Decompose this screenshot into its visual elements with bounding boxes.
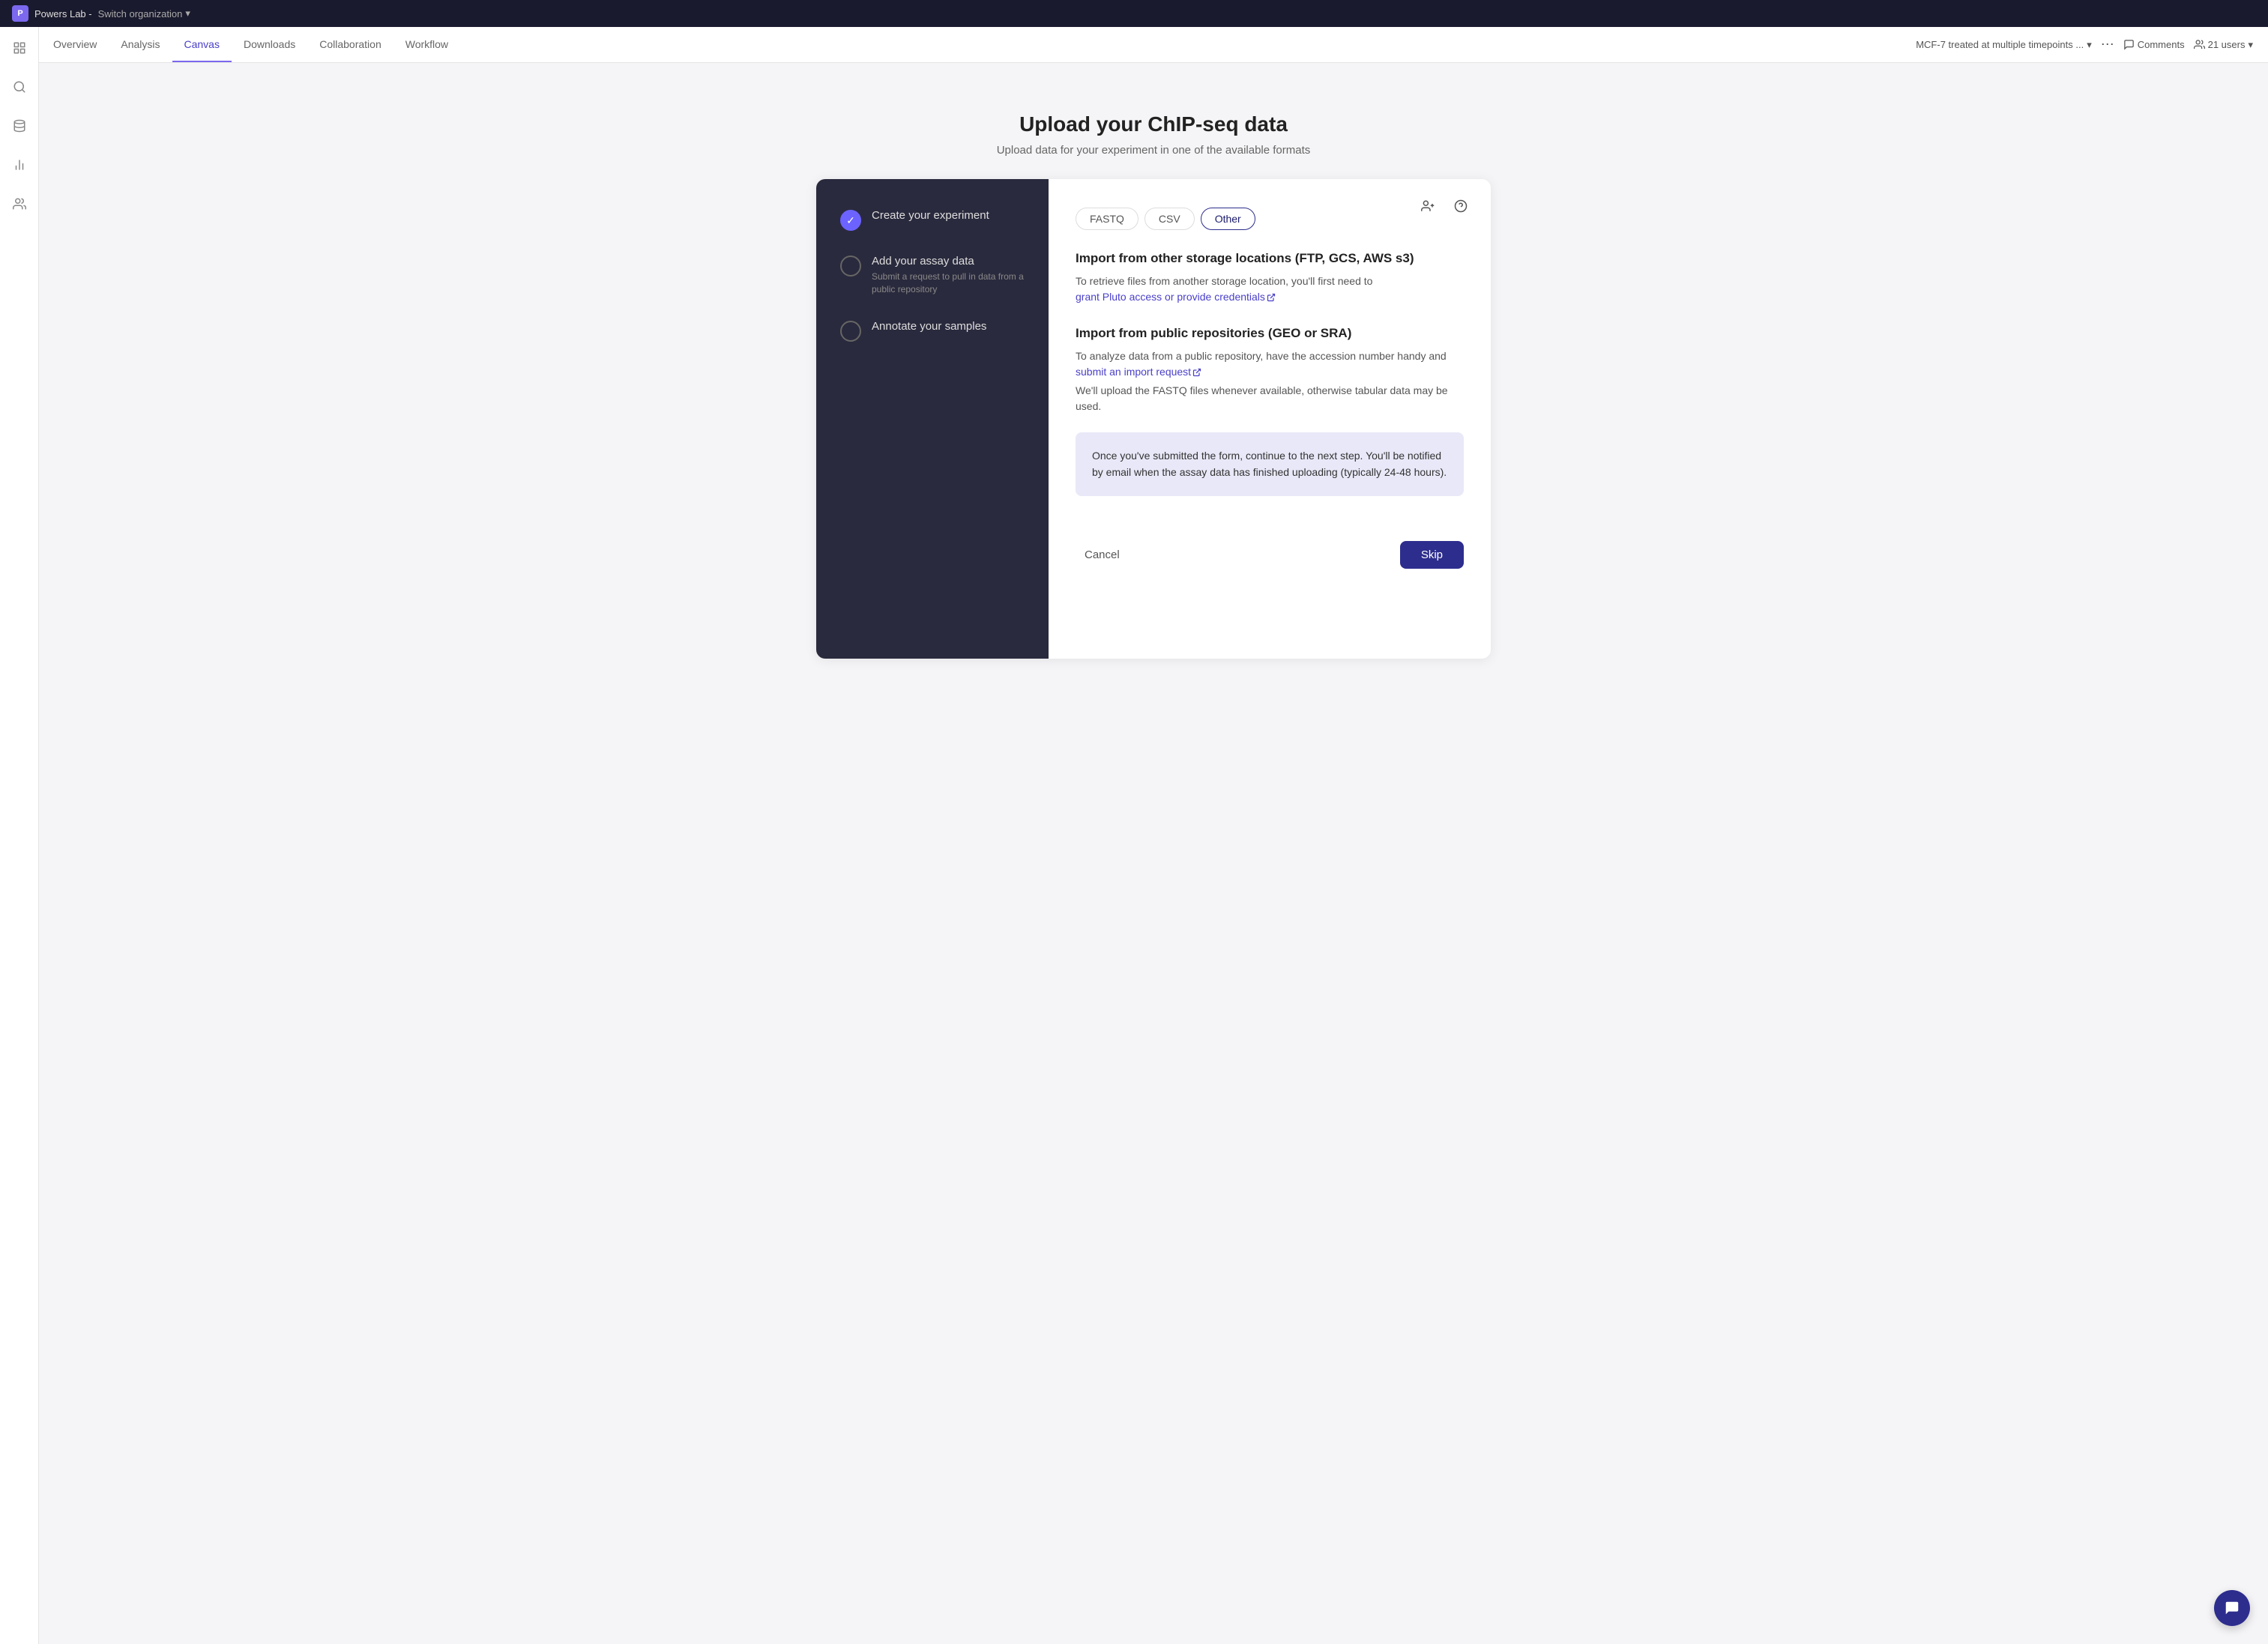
step-create-experiment-info: Create your experiment: [872, 209, 989, 222]
org-name: Powers Lab -: [34, 8, 92, 19]
experiment-chevron-icon: ▾: [2087, 39, 2092, 51]
step-add-assay: Add your assay data Submit a request to …: [840, 255, 1025, 296]
step-create-experiment-icon: ✓: [840, 210, 861, 231]
right-panel-actions: [1416, 194, 1473, 218]
sidebar-item-charts[interactable]: [7, 153, 31, 177]
tab-downloads[interactable]: Downloads: [232, 27, 307, 62]
page-title: Upload your ChIP-seq data: [1019, 112, 1288, 136]
switch-organization-button[interactable]: Switch organization ▾: [98, 7, 190, 19]
tab-overview[interactable]: Overview: [41, 27, 109, 62]
panel-footer: Cancel Skip: [1076, 526, 1464, 569]
info-box: Once you've submitted the form, continue…: [1076, 432, 1464, 496]
tab-fastq[interactable]: FASTQ: [1076, 208, 1138, 230]
tab-canvas[interactable]: Canvas: [172, 27, 232, 62]
step-create-experiment: ✓ Create your experiment: [840, 209, 1025, 231]
step-add-assay-desc: Submit a request to pull in data from a …: [872, 271, 1025, 296]
step-annotate-samples-icon: [840, 321, 861, 342]
tab-collaboration[interactable]: Collaboration: [307, 27, 393, 62]
tab-csv[interactable]: CSV: [1144, 208, 1195, 230]
sidebar-item-users[interactable]: [7, 192, 31, 216]
users-button[interactable]: 21 users ▾: [2194, 39, 2253, 51]
section-other-storage: Import from other storage locations (FTP…: [1076, 251, 1464, 305]
format-tabs: FASTQ CSV Other: [1076, 208, 1464, 230]
section-repos-text2: We'll upload the FASTQ files whenever av…: [1076, 383, 1464, 414]
page-subtitle: Upload data for your experiment in one o…: [997, 144, 1311, 157]
step-create-experiment-title: Create your experiment: [872, 209, 989, 222]
comments-label: Comments: [2138, 39, 2185, 50]
more-options-icon[interactable]: ⋯: [2101, 37, 2114, 52]
tab-analysis[interactable]: Analysis: [109, 27, 172, 62]
step-annotate-samples-title: Annotate your samples: [872, 320, 986, 333]
sidebar: [0, 27, 39, 1644]
section-repos-title: Import from public repositories (GEO or …: [1076, 326, 1464, 341]
chevron-down-icon: ▾: [185, 7, 190, 19]
users-chevron-icon: ▾: [2248, 39, 2253, 51]
right-panel: FASTQ CSV Other Import from other storag…: [1049, 179, 1491, 659]
tab-other[interactable]: Other: [1201, 208, 1255, 230]
main-content: Upload your ChIP-seq data Upload data fo…: [39, 90, 2268, 681]
section-public-repos: Import from public repositories (GEO or …: [1076, 326, 1464, 414]
checkmark-icon: ✓: [846, 214, 855, 227]
grant-access-link[interactable]: grant Pluto access or provide credential…: [1076, 289, 1276, 305]
submit-import-link[interactable]: submit an import request: [1076, 364, 1201, 380]
experiment-name[interactable]: MCF-7 treated at multiple timepoints ...…: [1916, 39, 2092, 51]
info-box-text: Once you've submitted the form, continue…: [1092, 447, 1447, 481]
grant-access-link-text: grant Pluto access or provide credential…: [1076, 289, 1265, 305]
app-logo: P: [12, 5, 28, 22]
switch-org-label: Switch organization: [98, 8, 183, 19]
sidebar-item-search[interactable]: [7, 75, 31, 99]
step-add-assay-info: Add your assay data Submit a request to …: [872, 255, 1025, 296]
step-annotate-samples: Annotate your samples: [840, 320, 1025, 342]
tab-workflow[interactable]: Workflow: [393, 27, 460, 62]
section-repos-text1-content: To analyze data from a public repository…: [1076, 350, 1447, 362]
nav-bar: Overview Analysis Canvas Downloads Colla…: [0, 27, 2268, 63]
section-repos-text1: To analyze data from a public repository…: [1076, 348, 1464, 380]
experiment-name-text: MCF-7 treated at multiple timepoints ...: [1916, 39, 2084, 50]
nav-bar-right: MCF-7 treated at multiple timepoints ...…: [1916, 37, 2268, 52]
card-container: ✓ Create your experiment Add your assay …: [816, 179, 1491, 659]
top-bar: P Powers Lab - Switch organization ▾: [0, 0, 2268, 27]
sidebar-item-home[interactable]: [7, 36, 31, 60]
comments-button[interactable]: Comments: [2123, 39, 2185, 50]
section-storage-title: Import from other storage locations (FTP…: [1076, 251, 1464, 266]
users-label: 21 users: [2208, 39, 2246, 50]
step-add-assay-title: Add your assay data: [872, 255, 1025, 268]
section-storage-text: To retrieve files from another storage l…: [1076, 274, 1464, 305]
left-panel: ✓ Create your experiment Add your assay …: [816, 179, 1049, 659]
nav-tabs: Overview Analysis Canvas Downloads Colla…: [41, 27, 460, 62]
cancel-button[interactable]: Cancel: [1076, 543, 1129, 567]
chat-bubble[interactable]: [2214, 1590, 2250, 1626]
skip-button[interactable]: Skip: [1400, 541, 1464, 569]
step-add-assay-icon: [840, 256, 861, 276]
help-button[interactable]: [1449, 194, 1473, 218]
add-person-button[interactable]: [1416, 194, 1440, 218]
nav-bar-actions: Comments 21 users ▾: [2123, 39, 2253, 51]
step-annotate-samples-info: Annotate your samples: [872, 320, 986, 333]
section-storage-text-content: To retrieve files from another storage l…: [1076, 275, 1372, 287]
submit-import-link-text: submit an import request: [1076, 364, 1191, 380]
sidebar-item-data[interactable]: [7, 114, 31, 138]
